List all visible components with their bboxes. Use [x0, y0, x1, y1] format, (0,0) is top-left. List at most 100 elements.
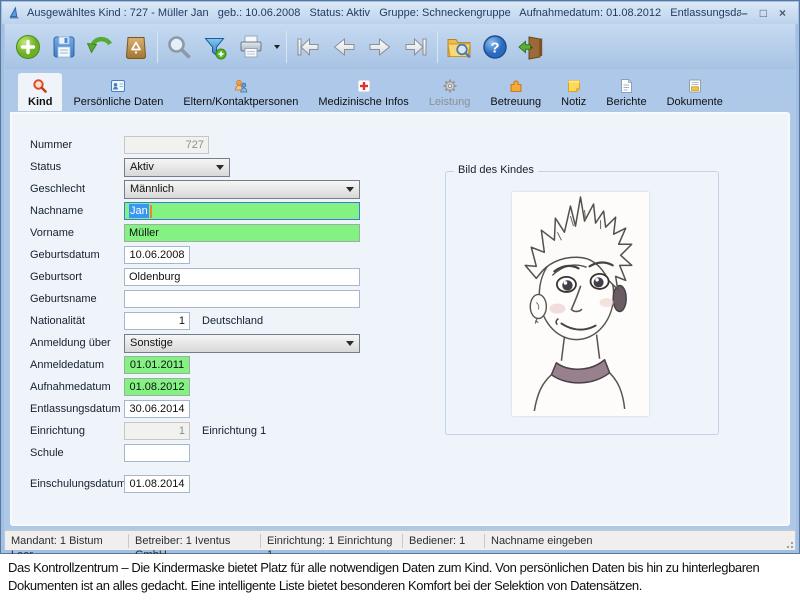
field-label: Einschulungsdatum — [30, 478, 124, 490]
help-button[interactable]: ? — [477, 28, 513, 66]
report-icon — [618, 78, 634, 94]
folder-search-icon — [445, 33, 473, 61]
geburtsdatum-field[interactable]: 10.06.2008 — [124, 246, 190, 264]
medical-cross-icon — [356, 78, 372, 94]
form-row: Schule — [30, 444, 360, 462]
toolbar-separator — [437, 31, 438, 63]
form-row: Geburtsname — [30, 290, 360, 308]
previous-record-icon — [330, 33, 358, 61]
caption-text: Das Kontrollzentrum – Die Kindermaske bi… — [0, 554, 800, 600]
delete-button[interactable] — [118, 28, 154, 66]
puzzle-icon — [508, 78, 524, 94]
bild-des-kindes-groupbox: Bild des Kindes — [445, 171, 719, 435]
tab-medizinische-infos[interactable]: Medizinische Infos — [308, 75, 419, 111]
field-label: Einrichtung — [30, 425, 124, 437]
geburtsort-field[interactable]: Oldenburg — [124, 268, 360, 286]
form-row: Geschlecht Männlich — [30, 180, 360, 198]
nav-first-button[interactable] — [290, 28, 326, 66]
nachname-field[interactable]: Jan — [124, 202, 360, 220]
field-label: Entlassungsdatum — [30, 403, 124, 415]
magnifier-icon — [165, 33, 193, 61]
statusbar-einrichtung: Einrichtung: 1 Einrichtung 1 — [261, 534, 403, 548]
nav-last-button[interactable] — [398, 28, 434, 66]
svg-text:?: ? — [490, 39, 499, 56]
floppy-disk-icon — [50, 33, 78, 61]
gear-icon — [442, 78, 458, 94]
tab-notiz[interactable]: Notiz — [551, 75, 596, 111]
field-label: Anmeldedatum — [30, 359, 124, 371]
chevron-down-icon — [216, 165, 224, 170]
tab-leistung[interactable]: Leistung — [419, 75, 481, 111]
entlassungsdatum-field[interactable]: 30.06.2014 — [124, 400, 190, 418]
nummer-field: 727 — [124, 136, 209, 154]
undo-button[interactable] — [82, 28, 118, 66]
nationalitaet-field[interactable]: 1 — [124, 312, 190, 330]
field-label: Geschlecht — [30, 183, 124, 195]
new-record-button[interactable] — [10, 28, 46, 66]
note-icon — [566, 78, 582, 94]
tab-kind[interactable]: Kind — [17, 72, 63, 111]
dropdown-value: Sonstige — [130, 337, 342, 349]
tab-eltern-kontaktpersonen[interactable]: Eltern/Kontaktpersonen — [173, 75, 308, 111]
print-button[interactable] — [233, 28, 269, 66]
tab-label: Eltern/Kontaktpersonen — [183, 96, 298, 108]
form-row: Anmeldedatum 01.01.2011 — [30, 356, 360, 374]
form-row: Aufnahmedatum 01.08.2012 — [30, 378, 360, 396]
tab-label: Notiz — [561, 96, 586, 108]
first-record-icon — [294, 33, 322, 61]
minimize-button[interactable]: – — [741, 7, 748, 19]
kind-form: Nummer 727 Status Aktiv Geschlecht Männl… — [30, 136, 360, 497]
filter-button[interactable] — [197, 28, 233, 66]
plus-icon — [14, 33, 42, 61]
exit-button[interactable] — [513, 28, 549, 66]
geschlecht-dropdown[interactable]: Männlich — [124, 180, 360, 199]
maximize-button[interactable]: □ — [760, 7, 767, 19]
screen: Ausgewähltes Kind : 727 - Müller Jan geb… — [0, 0, 800, 600]
anmeldung-ueber-dropdown[interactable]: Sonstige — [124, 334, 360, 353]
tab-betreuung[interactable]: Betreuung — [480, 75, 551, 111]
app-window: Ausgewähltes Kind : 727 - Müller Jan geb… — [0, 0, 800, 554]
toolbar-separator — [286, 31, 287, 63]
form-row: Nummer 727 — [30, 136, 360, 154]
einschulungsdatum-field[interactable]: 01.08.2014 — [124, 475, 190, 493]
chevron-down-icon — [274, 45, 280, 49]
tab-berichte[interactable]: Berichte — [596, 75, 656, 111]
search-button[interactable] — [161, 28, 197, 66]
field-label: Geburtsname — [30, 293, 124, 305]
form-row: Einschulungsdatum 01.08.2014 — [30, 475, 360, 493]
toolbar-separator — [157, 31, 158, 63]
nav-next-button[interactable] — [362, 28, 398, 66]
print-menu-button[interactable] — [269, 28, 283, 66]
statusbar: Mandant: 1 Bistum Leer Betreiber: 1 Iven… — [5, 530, 795, 550]
status-dropdown[interactable]: Aktiv — [124, 158, 230, 177]
einrichtung-name-label: Einrichtung 1 — [202, 425, 266, 437]
field-label: Nummer — [30, 139, 124, 151]
form-row: Geburtsort Oldenburg — [30, 268, 360, 286]
field-label: Nachname — [30, 205, 124, 217]
tab-dokumente[interactable]: Dokumente — [657, 75, 733, 111]
statusbar-bediener: Bediener: 1 — [403, 534, 485, 548]
resize-grip[interactable] — [784, 539, 793, 548]
field-label: Status — [30, 161, 124, 173]
vorname-field[interactable]: Müller — [124, 224, 360, 242]
tab-strip: Kind Persönliche Daten — [9, 72, 791, 111]
groupbox-title: Bild des Kindes — [454, 164, 538, 176]
form-row: Geburtsdatum 10.06.2008 — [30, 246, 360, 264]
geburtsname-field[interactable] — [124, 290, 360, 308]
aufnahmedatum-field[interactable]: 01.08.2012 — [124, 378, 190, 396]
field-label: Aufnahmedatum — [30, 381, 124, 393]
save-button[interactable] — [46, 28, 82, 66]
find-records-button[interactable] — [441, 28, 477, 66]
close-button[interactable]: × — [779, 7, 786, 19]
schule-field[interactable] — [124, 444, 190, 462]
anmeldedatum-field[interactable]: 01.01.2011 — [124, 356, 190, 374]
statusbar-mandant: Mandant: 1 Bistum Leer — [5, 534, 129, 548]
exit-door-icon — [517, 33, 545, 61]
child-photo[interactable] — [512, 192, 649, 416]
printer-icon — [237, 33, 265, 61]
chevron-down-icon — [346, 341, 354, 346]
text-cursor — [150, 205, 152, 218]
tab-persoenliche-daten[interactable]: Persönliche Daten — [63, 75, 173, 111]
id-card-icon — [110, 78, 126, 94]
nav-previous-button[interactable] — [326, 28, 362, 66]
